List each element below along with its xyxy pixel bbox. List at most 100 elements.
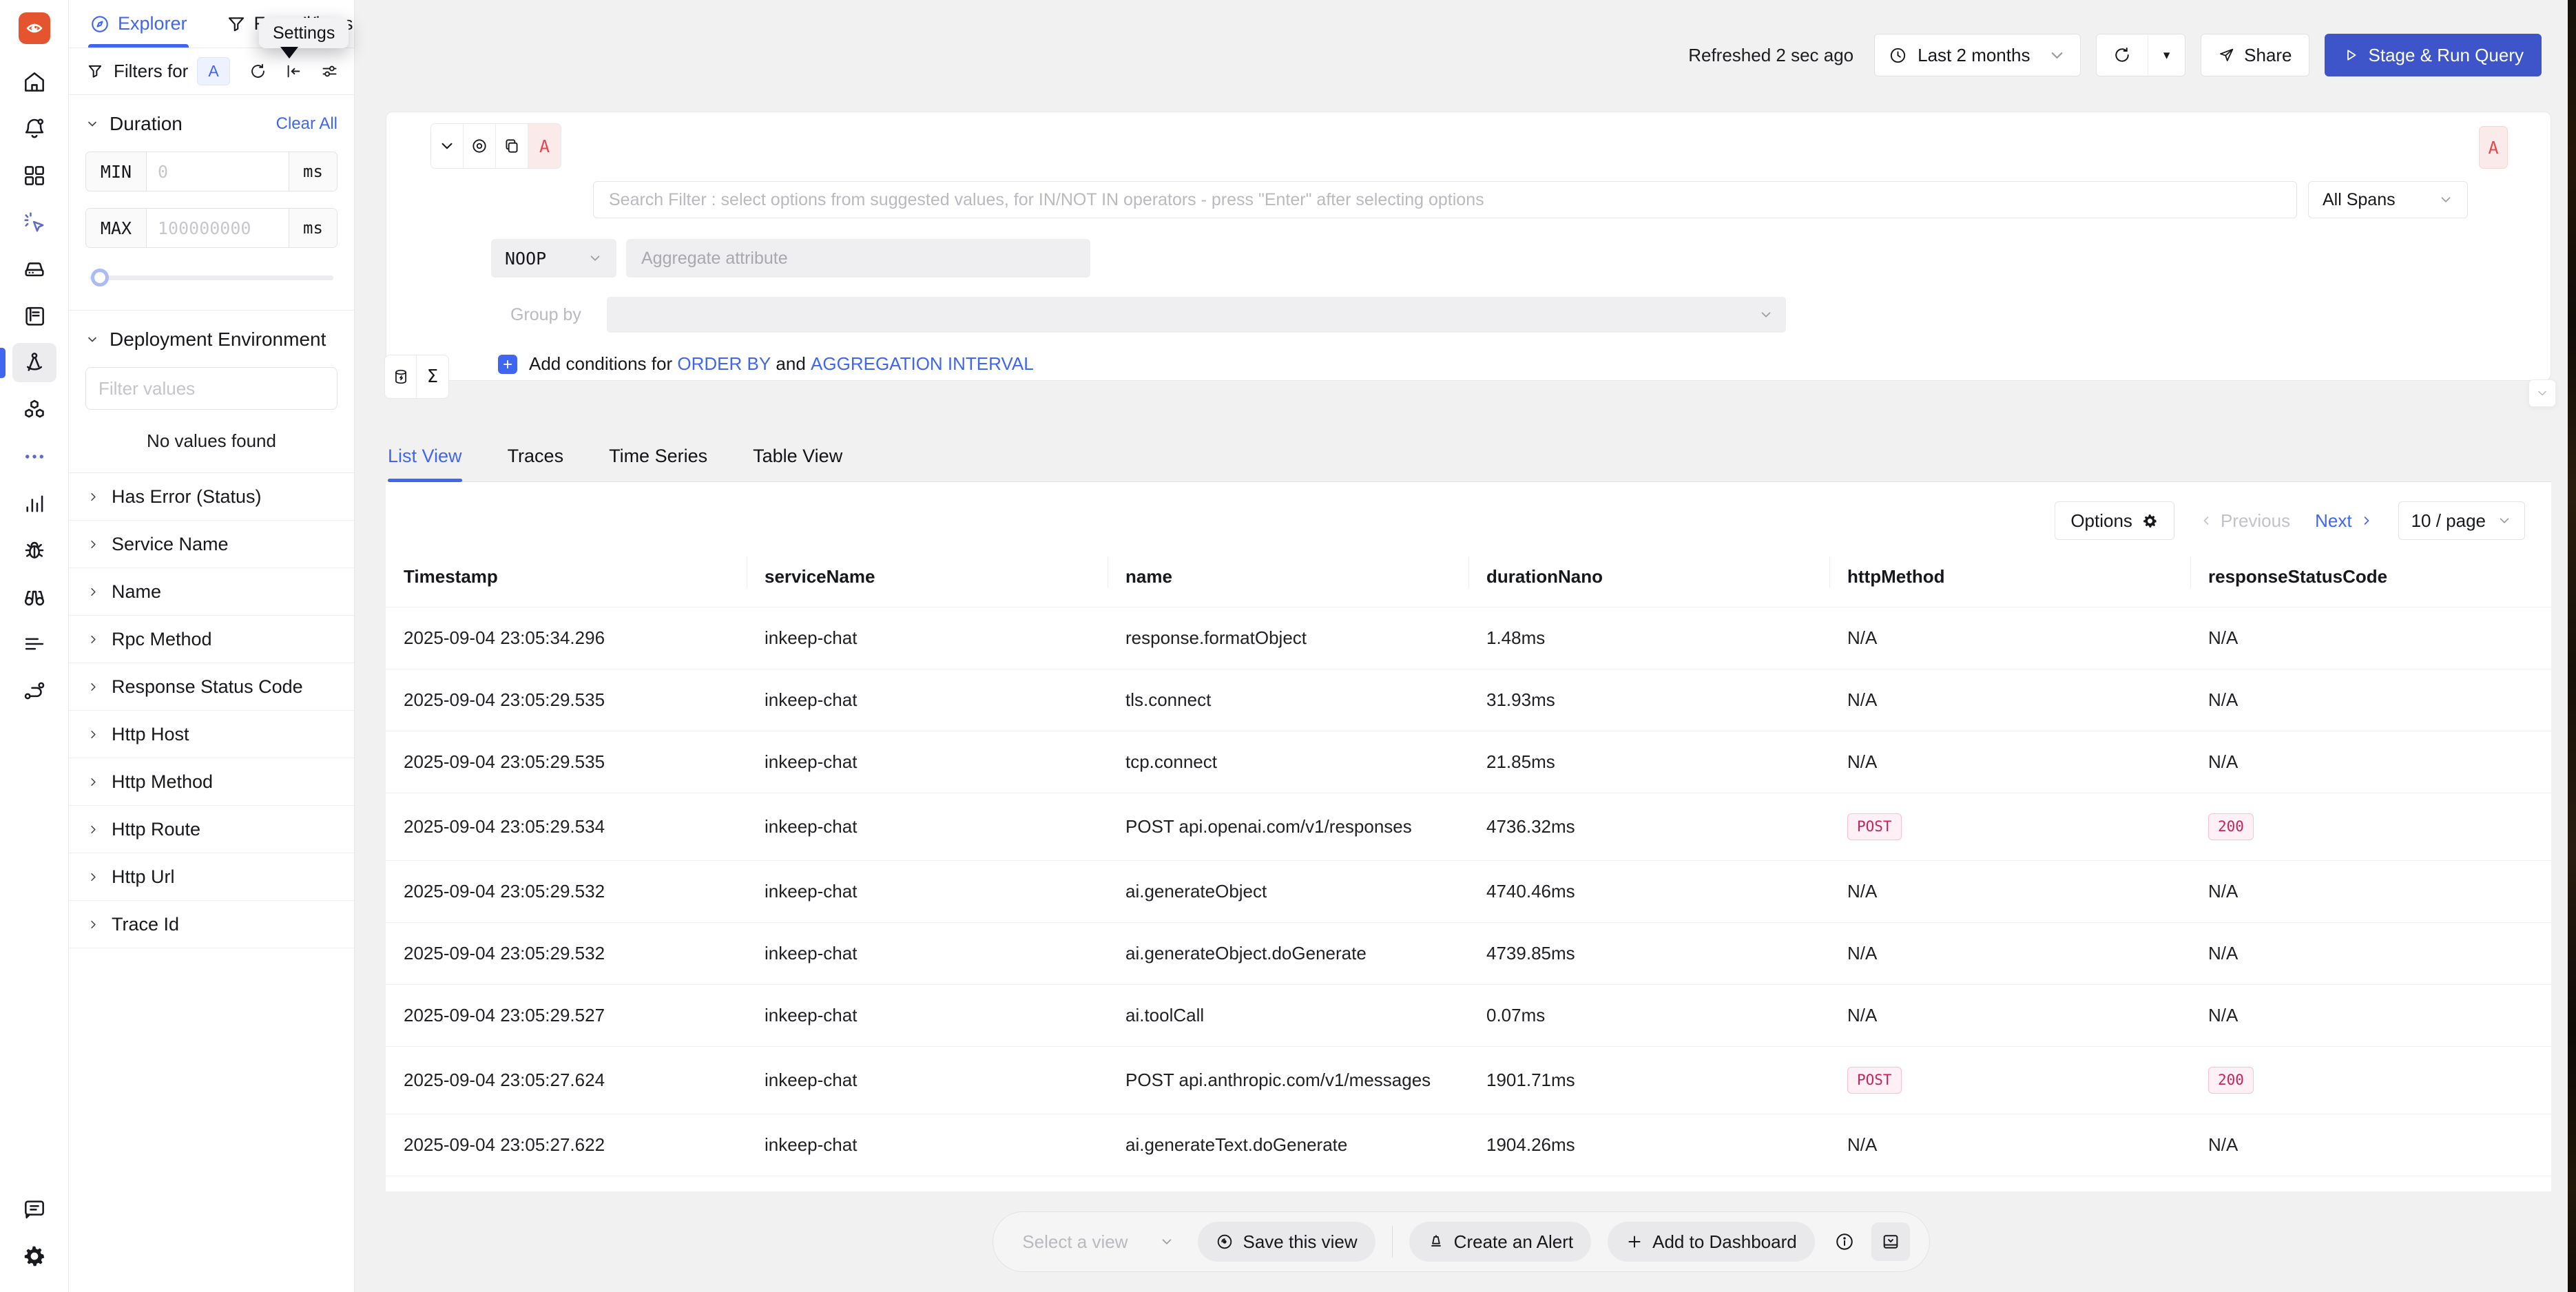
- duration-slider[interactable]: [90, 269, 333, 286]
- scroll-icon: [21, 303, 48, 329]
- nav-item-dashboards[interactable]: [12, 156, 56, 195]
- refresh-button[interactable]: [2097, 34, 2148, 76]
- table-row[interactable]: 2025-09-04 23:05:34.296inkeep-chatrespon…: [386, 607, 2551, 669]
- nav-item-support[interactable]: [12, 1189, 56, 1229]
- nav-item-home[interactable]: [12, 62, 56, 101]
- min-input[interactable]: 0: [147, 152, 289, 191]
- stage-run-query-button[interactable]: Stage & Run Query: [2325, 34, 2542, 76]
- nav-item-alerts[interactable]: [12, 109, 56, 148]
- table-row[interactable]: 2025-09-04 23:05:29.532inkeep-chatai.gen…: [386, 923, 2551, 985]
- save-this-view-button[interactable]: Save this view: [1198, 1222, 1375, 1262]
- filter-section-http-route[interactable]: Http Route: [69, 806, 354, 853]
- tab-traces[interactable]: Traces: [508, 431, 564, 481]
- add-to-dashboard-button[interactable]: Add to Dashboard: [1608, 1222, 1815, 1262]
- collapse-panel-icon[interactable]: [284, 62, 303, 81]
- tab-table-view[interactable]: Table View: [753, 431, 842, 481]
- formula-mode-icon[interactable]: Σ: [417, 355, 448, 398]
- cell-span-name: response.formatObject: [1108, 607, 1468, 669]
- create-alert-button[interactable]: Create an Alert: [1409, 1222, 1591, 1262]
- query-a-chip[interactable]: A: [197, 57, 229, 85]
- nav-item-more-options[interactable]: [12, 437, 56, 476]
- filter-section-trace-id[interactable]: Trace Id: [69, 901, 354, 948]
- nav-item-settings[interactable]: [12, 1236, 56, 1275]
- time-range-select[interactable]: Last 2 months: [1874, 34, 2081, 76]
- order-by-link[interactable]: ORDER BY: [677, 353, 771, 374]
- table-row[interactable]: 2025-09-04 23:05:25.745inkeep-chatai.too…: [386, 1176, 2551, 1191]
- toggle-bottom-panel-button[interactable]: [1871, 1222, 1910, 1261]
- previous-page-button[interactable]: Previous: [2199, 510, 2290, 532]
- filter-section-name[interactable]: Name: [69, 568, 354, 616]
- nav-item-explorer[interactable]: [12, 577, 56, 616]
- table-row[interactable]: 2025-09-04 23:05:29.535inkeep-chattcp.co…: [386, 731, 2551, 793]
- clear-all-link[interactable]: Clear All: [276, 114, 337, 134]
- sync-filters-icon[interactable]: [249, 62, 267, 81]
- filter-section-http-method[interactable]: Http Method: [69, 758, 354, 806]
- nav-item-exceptions[interactable]: [12, 530, 56, 570]
- cell-response-status: N/A: [2190, 607, 2551, 669]
- toggle-visibility-icon[interactable]: [464, 124, 496, 168]
- deployment-section-header[interactable]: Deployment Environment: [85, 329, 337, 351]
- slider-handle[interactable]: [91, 269, 109, 286]
- refresh-split-button: ▾: [2096, 34, 2185, 76]
- funnel-icon: [226, 14, 247, 34]
- signoz-logo[interactable]: [19, 12, 50, 44]
- filter-section-http-url[interactable]: Http Url: [69, 853, 354, 901]
- column-header-durationNano: durationNano: [1468, 555, 1829, 607]
- table-row[interactable]: 2025-09-04 23:05:29.534inkeep-chatPOST a…: [386, 793, 2551, 861]
- nav-item-quick-filters[interactable]: [12, 202, 56, 242]
- query-builder-mode-icon[interactable]: [385, 355, 417, 398]
- info-icon[interactable]: [1834, 1231, 1855, 1252]
- deployment-filter-input[interactable]: Filter values: [85, 367, 337, 410]
- nav-item-metrics[interactable]: [12, 483, 56, 523]
- table-row[interactable]: 2025-09-04 23:05:29.532inkeep-chatai.gen…: [386, 861, 2551, 923]
- filter-section-rpc-method[interactable]: Rpc Method: [69, 616, 354, 663]
- tab-list-view[interactable]: List View: [388, 431, 462, 481]
- search-filter-input[interactable]: Search Filter : select options from sugg…: [593, 181, 2297, 218]
- tab-explorer[interactable]: Explorer: [90, 0, 187, 48]
- nav-item-infrastructure[interactable]: [12, 390, 56, 429]
- collapse-query-icon[interactable]: [431, 124, 464, 168]
- filter-section-label: Http Method: [112, 771, 213, 793]
- list-lines-icon: [21, 631, 48, 657]
- table-row[interactable]: 2025-09-04 23:05:27.622inkeep-chatai.gen…: [386, 1114, 2551, 1176]
- share-button[interactable]: Share: [2201, 34, 2309, 76]
- filter-section-http-host[interactable]: Http Host: [69, 711, 354, 758]
- filter-section-has-error-status[interactable]: Has Error (Status): [69, 473, 354, 521]
- query-a-toggle[interactable]: A: [528, 124, 561, 168]
- aggregate-attribute-input[interactable]: Aggregate attribute: [626, 239, 1090, 278]
- aggregation-interval-link[interactable]: AGGREGATION INTERVAL: [811, 353, 1034, 374]
- filter-section-label: Trace Id: [112, 914, 179, 935]
- add-condition-button[interactable]: [498, 355, 517, 374]
- next-page-button[interactable]: Next: [2315, 510, 2373, 532]
- filter-panel: Explorer Funnels Views Filters: [69, 0, 355, 1292]
- table-row[interactable]: 2025-09-04 23:05:27.624inkeep-chatPOST a…: [386, 1047, 2551, 1114]
- nav-item-integrations[interactable]: [12, 671, 56, 710]
- filter-section-response-status-code[interactable]: Response Status Code: [69, 663, 354, 711]
- nav-item-pipelines[interactable]: [12, 624, 56, 663]
- filter-settings-icon[interactable]: [320, 62, 339, 81]
- cell-timestamp: 2025-09-04 23:05:29.535: [386, 731, 747, 793]
- refresh-options-caret[interactable]: ▾: [2148, 34, 2185, 76]
- nav-item-services[interactable]: [12, 249, 56, 289]
- filter-section-service-name[interactable]: Service Name: [69, 521, 354, 568]
- panel-collapse-button[interactable]: [2528, 379, 2556, 407]
- table-row[interactable]: 2025-09-04 23:05:29.527inkeep-chatai.too…: [386, 985, 2551, 1047]
- group-by-input[interactable]: [607, 297, 1786, 333]
- duration-section-header[interactable]: Duration Clear All: [85, 113, 337, 135]
- page-size-select[interactable]: 10 / page: [2398, 501, 2525, 540]
- tab-time-series[interactable]: Time Series: [609, 431, 707, 481]
- nav-item-traces[interactable]: [12, 343, 56, 382]
- view-actions-bar: Select a view Save this view Create an A…: [993, 1211, 1929, 1272]
- nav-item-logs[interactable]: [12, 296, 56, 335]
- operator-select[interactable]: NOOP: [491, 239, 616, 278]
- options-button[interactable]: Options: [2055, 501, 2174, 540]
- clone-query-icon[interactable]: [496, 124, 528, 168]
- cell-timestamp: 2025-09-04 23:05:29.527: [386, 985, 747, 1047]
- chevron-down-icon: [85, 117, 99, 131]
- span-scope-select[interactable]: All Spans: [2308, 181, 2468, 218]
- table-row[interactable]: 2025-09-04 23:05:29.535inkeep-chattls.co…: [386, 669, 2551, 731]
- select-view-dropdown[interactable]: Select a view: [1012, 1231, 1181, 1253]
- cell-duration: 21.85ms: [1468, 731, 1829, 793]
- query-a-legend-chip[interactable]: A: [2479, 126, 2508, 169]
- max-input[interactable]: 100000000: [147, 209, 289, 247]
